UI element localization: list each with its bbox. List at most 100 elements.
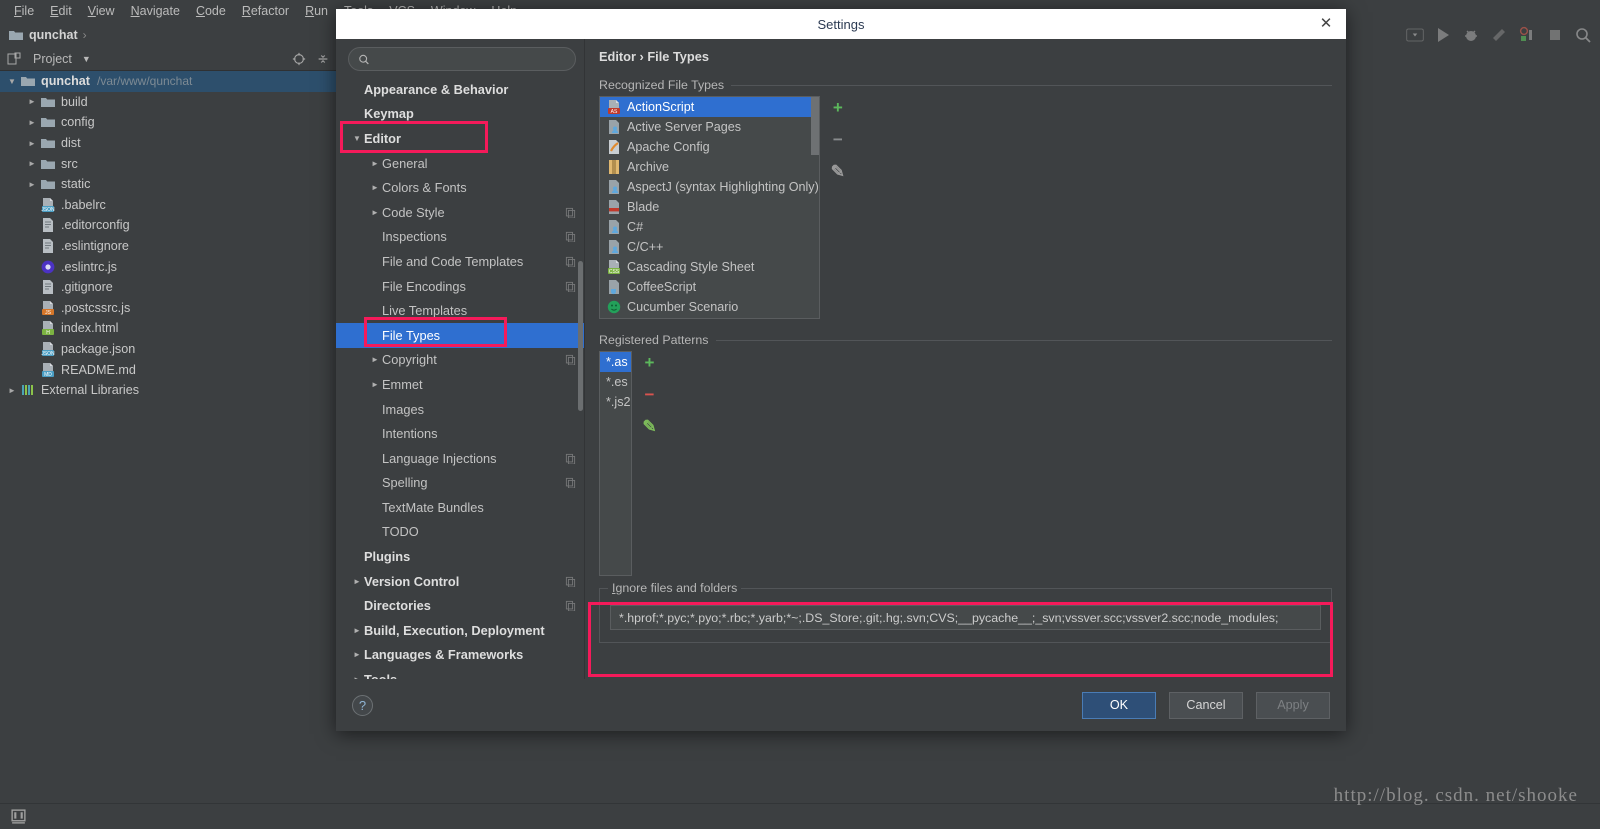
file-types-scrollbar[interactable] bbox=[810, 97, 819, 155]
file-type-row[interactable]: Cucumber Scenario bbox=[600, 297, 819, 317]
nav-item-versioncontrol[interactable]: ► Version Control bbox=[336, 569, 584, 594]
close-icon[interactable]: ✕ bbox=[1318, 16, 1334, 32]
cancel-button[interactable]: Cancel bbox=[1169, 691, 1243, 719]
menu-item-run[interactable]: Run bbox=[297, 2, 336, 20]
nav-item-copyright[interactable]: ► Copyright bbox=[336, 348, 584, 373]
tree-item-dist[interactable]: ► dist bbox=[0, 133, 336, 154]
nav-item-fileencodings[interactable]: File Encodings bbox=[336, 274, 584, 299]
nav-item-fileandcodetemplates[interactable]: File and Code Templates bbox=[336, 249, 584, 274]
chevron-down-icon[interactable]: ▼ bbox=[82, 54, 91, 64]
nav-item-appearancebehavior[interactable]: Appearance & Behavior bbox=[336, 77, 584, 102]
stop-icon[interactable] bbox=[1546, 26, 1564, 44]
chevron-right-icon[interactable]: ► bbox=[350, 650, 364, 659]
nav-item-plugins[interactable]: Plugins bbox=[336, 544, 584, 569]
chevron-right-icon[interactable]: ► bbox=[350, 675, 364, 679]
chevron-right-icon[interactable]: ► bbox=[24, 159, 40, 168]
nav-item-tools[interactable]: ►Tools bbox=[336, 667, 584, 679]
settings-nav-list[interactable]: Appearance & Behavior Keymap ▼ Editor ► Gener… bbox=[336, 77, 584, 679]
nav-item-intentions[interactable]: Intentions bbox=[336, 421, 584, 446]
menu-item-refactor[interactable]: Refactor bbox=[234, 2, 297, 20]
registered-patterns-list[interactable]: *.as *.es *.js2 bbox=[599, 351, 632, 576]
copy-settings-icon[interactable] bbox=[565, 576, 576, 587]
chevron-right-icon[interactable]: ► bbox=[350, 577, 364, 586]
copy-settings-icon[interactable] bbox=[565, 600, 576, 612]
tree-item-indexhtml[interactable]: Hindex.html bbox=[0, 318, 336, 339]
chevron-right-icon[interactable]: ► bbox=[350, 626, 364, 635]
chevron-right-icon[interactable]: ► bbox=[368, 159, 382, 168]
toggle-toolwindows-icon[interactable] bbox=[10, 808, 27, 825]
pattern-row[interactable]: *.js2 bbox=[600, 392, 631, 412]
run-config-dropdown[interactable] bbox=[1406, 26, 1424, 44]
tree-item-build[interactable]: ► build bbox=[0, 92, 336, 113]
tree-item-readmemd[interactable]: MD README.md bbox=[0, 359, 336, 380]
menu-item-file[interactable]: File bbox=[6, 2, 42, 20]
ignore-files-input[interactable] bbox=[619, 610, 1312, 625]
nav-item-textmatebundles[interactable]: TextMate Bundles bbox=[336, 495, 584, 520]
help-icon[interactable]: ? bbox=[352, 694, 373, 716]
file-type-row[interactable]: Active Server Pages bbox=[600, 117, 819, 137]
nav-item-codestyle[interactable]: ► Code Style bbox=[336, 200, 584, 225]
settings-search-box[interactable] bbox=[348, 47, 576, 71]
copy-settings-icon[interactable] bbox=[565, 354, 576, 366]
chevron-right-icon[interactable]: ► bbox=[4, 386, 20, 395]
tree-item-eslintignore[interactable]: .eslintignore bbox=[0, 236, 336, 257]
add-file-type-button[interactable]: + bbox=[829, 99, 847, 117]
nav-item-colorsfonts[interactable]: ► Colors & Fonts bbox=[336, 175, 584, 200]
file-type-row[interactable]: CSS Cascading Style Sheet bbox=[600, 257, 819, 277]
menu-item-view[interactable]: View bbox=[80, 2, 123, 20]
tree-item-static[interactable]: ► static bbox=[0, 174, 336, 195]
chevron-right-icon[interactable]: ► bbox=[368, 208, 382, 217]
tree-item-src[interactable]: ► src bbox=[0, 153, 336, 174]
attach-profiler-icon[interactable] bbox=[1518, 26, 1536, 44]
menu-item-code[interactable]: Code bbox=[188, 2, 234, 20]
tree-item-packagejson[interactable]: JSON package.json bbox=[0, 339, 336, 360]
file-type-row[interactable]: Archive bbox=[600, 157, 819, 177]
file-type-row[interactable]: Apache Config bbox=[600, 137, 819, 157]
menu-item-edit[interactable]: Edit bbox=[42, 2, 80, 20]
file-type-row[interactable]: CoffeeScript bbox=[600, 277, 819, 297]
ignore-files-input-wrap[interactable] bbox=[610, 605, 1321, 630]
nav-item-images[interactable]: Images bbox=[336, 397, 584, 422]
remove-pattern-button[interactable]: − bbox=[641, 386, 659, 404]
tree-item-config[interactable]: ► config bbox=[0, 112, 336, 133]
chevron-right-icon[interactable]: ► bbox=[368, 355, 382, 364]
collapse-all-icon[interactable] bbox=[316, 52, 330, 66]
edit-file-type-button[interactable]: ✎ bbox=[829, 163, 847, 181]
menu-item-navigate[interactable]: Navigate bbox=[123, 2, 188, 20]
apply-button[interactable]: Apply bbox=[1256, 691, 1330, 719]
chevron-right-icon[interactable]: ► bbox=[368, 183, 382, 192]
nav-scrollbar[interactable] bbox=[578, 261, 583, 411]
chevron-right-icon[interactable]: ► bbox=[24, 180, 40, 189]
nav-item-spelling[interactable]: Spelling bbox=[336, 471, 584, 496]
project-panel-title[interactable]: Project bbox=[33, 52, 72, 66]
pattern-row[interactable]: *.es bbox=[600, 372, 631, 392]
chevron-right-icon[interactable]: ► bbox=[24, 118, 40, 127]
nav-item-general[interactable]: ► General bbox=[336, 151, 584, 176]
nav-item-filetypes[interactable]: File Types bbox=[336, 322, 584, 348]
nav-item-emmet[interactable]: ► Emmet bbox=[336, 372, 584, 397]
copy-settings-icon[interactable] bbox=[565, 231, 576, 243]
nav-item-buildexecutiondeployment[interactable]: ► Build, Execution, Deployment bbox=[336, 618, 584, 643]
nav-item-todo[interactable]: TODO bbox=[336, 520, 584, 545]
nav-item-directories[interactable]: Directories bbox=[336, 593, 584, 618]
recognized-file-types-list[interactable]: AS ActionScript Active Server Pages Apache … bbox=[599, 96, 820, 319]
nav-item-livetemplates[interactable]: Live Templates bbox=[336, 298, 584, 323]
file-type-row[interactable]: Blade bbox=[600, 197, 819, 217]
debug-icon[interactable] bbox=[1462, 26, 1480, 44]
breadcrumb-project-name[interactable]: qunchat bbox=[29, 28, 78, 42]
search-everywhere-icon[interactable] bbox=[1574, 26, 1592, 44]
run-icon[interactable] bbox=[1434, 26, 1452, 44]
chevron-down-icon[interactable]: ▼ bbox=[350, 134, 364, 143]
copy-settings-icon[interactable] bbox=[565, 477, 576, 489]
nav-item-editor[interactable]: ▼ Editor bbox=[336, 126, 584, 151]
tree-item-gitignore[interactable]: .gitignore bbox=[0, 277, 336, 298]
pattern-row[interactable]: *.as bbox=[600, 352, 631, 372]
copy-settings-icon[interactable] bbox=[565, 207, 576, 218]
nav-item-keymap[interactable]: Keymap bbox=[336, 102, 584, 127]
file-type-row[interactable]: AS ActionScript bbox=[600, 97, 819, 117]
nav-item-languageinjections[interactable]: Language Injections bbox=[336, 446, 584, 471]
copy-settings-icon[interactable] bbox=[565, 256, 576, 267]
locate-file-icon[interactable] bbox=[292, 52, 306, 66]
tree-item-babelrc[interactable]: JSON .babelrc bbox=[0, 195, 336, 216]
file-type-row[interactable]: AspectJ (syntax Highlighting Only) bbox=[600, 177, 819, 197]
